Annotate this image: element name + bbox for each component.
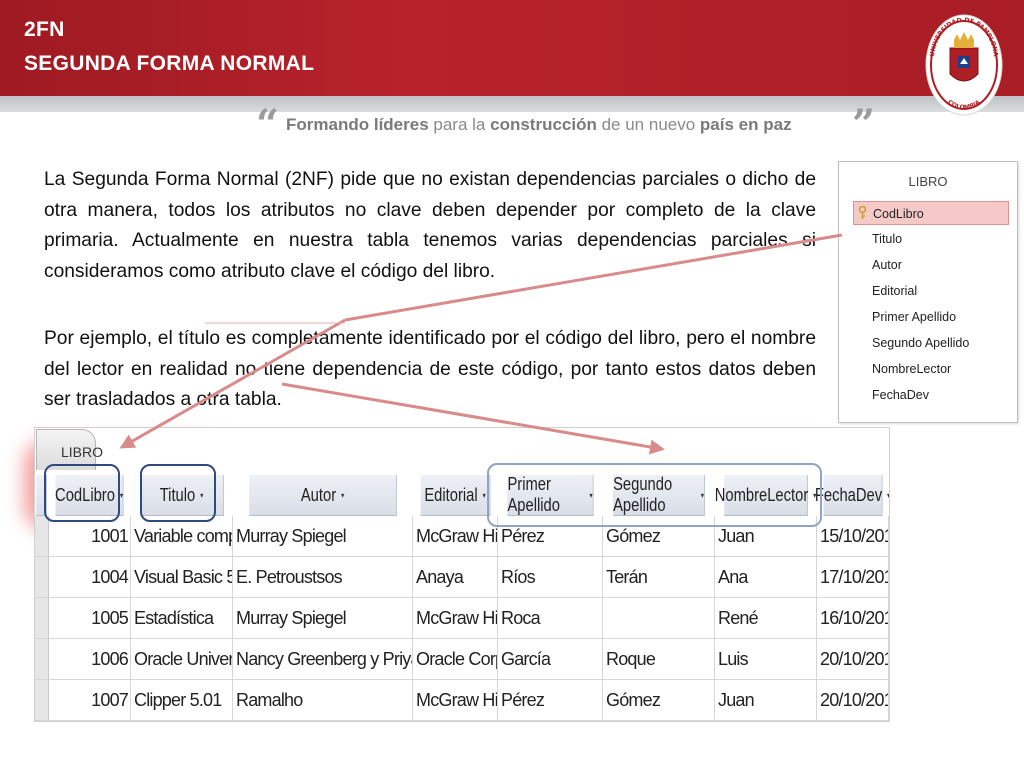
table-cell[interactable]: Clipper 5.01 <box>131 680 233 720</box>
slogan-word: para la <box>433 115 486 134</box>
row-selector[interactable] <box>35 557 49 597</box>
column-header-label: FechaDev <box>814 484 883 505</box>
table-tab-label: LIBRO <box>61 444 104 460</box>
entity-field-label: CodLibro <box>873 207 924 221</box>
slogan-word: país en paz <box>699 115 792 134</box>
key-icon <box>858 206 867 219</box>
entity-field: Segundo Apellido <box>872 336 970 350</box>
table-cell[interactable]: Gómez <box>603 680 715 720</box>
table-cell[interactable]: 20/10/2015 <box>817 680 889 720</box>
entity-title: LIBRO <box>908 174 948 189</box>
slogan-word: Formando <box>286 115 370 134</box>
table-cell[interactable]: Oracle University <box>131 639 233 679</box>
column-header[interactable]: Autor ▾ <box>249 475 397 516</box>
dropdown-arrow-icon[interactable]: ▾ <box>483 491 486 500</box>
table-cell[interactable]: Luis <box>715 639 817 679</box>
entity-field: Titulo <box>872 232 903 246</box>
table-cell[interactable]: 15/10/2015 <box>817 516 889 556</box>
table-cell[interactable]: 1006 <box>48 639 131 679</box>
table-cell[interactable]: McGraw Hill <box>413 516 498 556</box>
dropdown-arrow-icon[interactable]: ▾ <box>341 491 344 500</box>
table-row[interactable]: 1005 Estadística Murray Spiegel McGraw Hill… <box>35 598 889 639</box>
table-cell[interactable]: E. Petroustsos <box>233 557 413 597</box>
table-cell[interactable]: Roca <box>498 598 603 638</box>
entity-field: Autor <box>872 258 902 272</box>
table-cell[interactable]: 1004 <box>48 557 131 597</box>
entity-field: FechaDev <box>872 388 929 402</box>
table-cell[interactable]: Estadística <box>131 598 233 638</box>
slogan-word: líderes <box>373 115 429 134</box>
table-cell[interactable]: Anaya <box>413 557 498 597</box>
header-red-band <box>0 0 1024 96</box>
university-seal-logo: UNIVERSIDAD DE PAMPLONA COLOMBIA <box>925 14 1003 116</box>
table-cell[interactable]: Visual Basic 5 <box>131 557 233 597</box>
table-cell[interactable]: Murray Spiegel <box>233 516 413 556</box>
row-selector[interactable] <box>35 680 49 720</box>
row-selector[interactable] <box>35 598 49 638</box>
paragraph-definition: La Segunda Forma Normal (2NF) pide que n… <box>44 169 816 282</box>
column-header[interactable]: FechaDev ▾ <box>815 475 889 516</box>
slogan-word: construcción <box>490 115 597 134</box>
dropdown-arrow-icon[interactable]: ▾ <box>120 491 123 500</box>
frame-reader-columns <box>487 463 822 527</box>
open-quote-icon: “ <box>256 101 280 148</box>
slide-title-code: 2FN <box>24 18 65 41</box>
table-cell[interactable]: McGraw Hill <box>413 680 498 720</box>
table-cell[interactable]: Pérez <box>498 680 603 720</box>
table-cell[interactable]: 1007 <box>48 680 131 720</box>
close-quote-icon: ” <box>852 101 876 148</box>
table-cell[interactable]: Juan <box>715 680 817 720</box>
frame-codlibro <box>44 464 120 522</box>
slogan: “ Formando líderes para la construcción … <box>256 101 876 148</box>
table-cell[interactable]: García <box>498 639 603 679</box>
table-cell[interactable]: Terán <box>603 557 715 597</box>
table-cell[interactable]: Ramalho <box>233 680 413 720</box>
frame-titulo <box>140 464 216 522</box>
table-cell[interactable]: 16/10/2015 <box>817 598 889 638</box>
table-cell[interactable]: Variable compleja <box>131 516 233 556</box>
entity-field-primary-key: CodLibro <box>853 201 1009 225</box>
table-cell[interactable]: René <box>715 598 817 638</box>
table-row[interactable]: 1007 Clipper 5.01 Ramalho McGraw Hill Pérez G… <box>35 680 889 721</box>
slide-title: SEGUNDA FORMA NORMAL <box>24 52 315 75</box>
paragraph-example: Por ejemplo, el título es completamente … <box>44 328 816 410</box>
table-cell[interactable]: Roque <box>603 639 715 679</box>
table-row[interactable]: 1006Oracle UniversityNancy Greenberg y P… <box>35 639 889 680</box>
row-selector[interactable] <box>35 516 49 556</box>
slogan-word: de un nuevo <box>601 115 696 134</box>
table-cell[interactable]: Oracle Corp. <box>413 639 498 679</box>
table-row[interactable]: 1004 Visual Basic 5 E. Petroustsos Anaya Río… <box>35 557 889 598</box>
table-cell[interactable]: 1005 <box>48 598 131 638</box>
entity-field: Primer Apellido <box>872 310 957 324</box>
entity-field: Editorial <box>872 284 918 298</box>
entity-libro: LIBRO CodLibro Titulo Autor Editorial Pr… <box>838 161 1018 423</box>
table-cell[interactable]: 20/10/2015 <box>817 639 889 679</box>
column-header[interactable]: Editorial ▾ <box>420 475 491 516</box>
table-cell[interactable] <box>603 598 715 638</box>
table-cell[interactable]: McGraw Hill <box>413 598 498 638</box>
table-cell[interactable]: Ríos <box>498 557 603 597</box>
table-cell[interactable]: 17/10/2015 <box>817 557 889 597</box>
table-cell[interactable]: 1001 <box>48 516 131 556</box>
column-header-label: Autor <box>300 484 337 505</box>
dropdown-arrow-icon[interactable]: ▾ <box>887 491 889 500</box>
table-cell[interactable]: Nancy Greenberg y Priya Nathan <box>233 639 413 679</box>
row-selector[interactable] <box>35 639 49 679</box>
table-cell[interactable]: Ana <box>715 557 817 597</box>
table-cell[interactable]: Murray Spiegel <box>233 598 413 638</box>
entity-field: NombreLector <box>872 362 952 376</box>
column-header-label: Editorial <box>424 484 478 505</box>
